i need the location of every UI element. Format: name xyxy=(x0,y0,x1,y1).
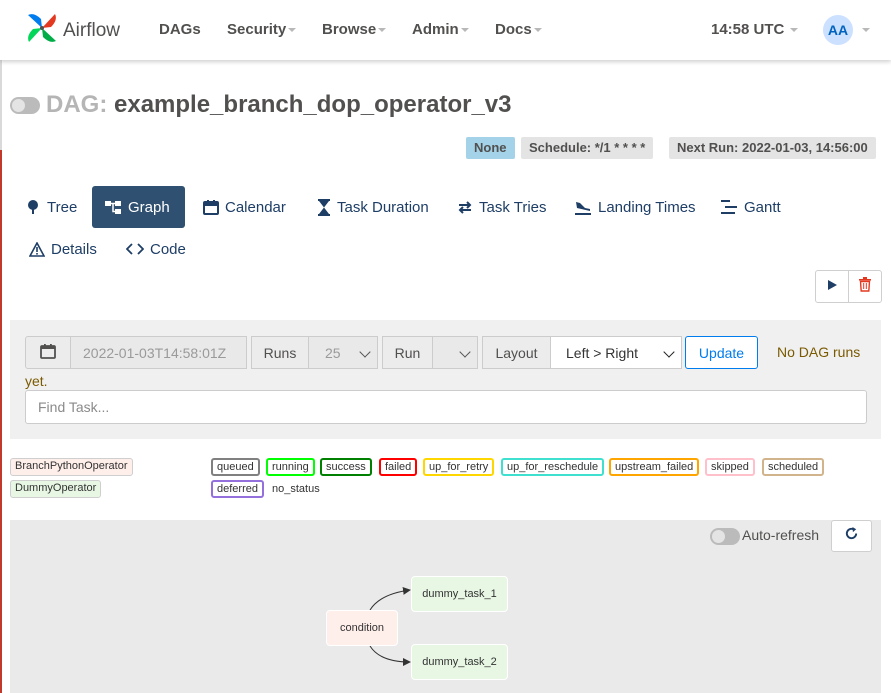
task-node-condition[interactable]: condition xyxy=(326,610,398,646)
edge-condition-dummy-task-1 xyxy=(369,586,411,611)
task-node-dummy-task-2[interactable]: dummy_task_2 xyxy=(411,644,508,680)
task-node-dummy-task-1[interactable]: dummy_task_1 xyxy=(411,576,508,612)
edge-condition-dummy-task-2 xyxy=(369,645,411,666)
